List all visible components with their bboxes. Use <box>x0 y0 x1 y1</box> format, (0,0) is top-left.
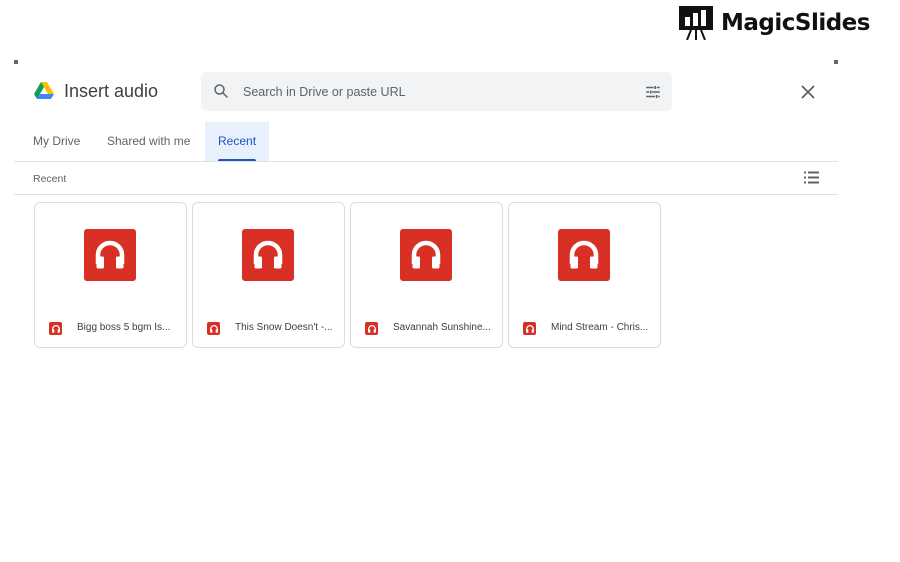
file-card[interactable]: This Snow Doesn't -... <box>192 202 345 348</box>
section-label: Recent <box>33 173 67 185</box>
file-name: Savannah Sunshine... <box>393 322 491 333</box>
insert-audio-dialog: Insert audio Search in Drive or paste UR… <box>14 60 838 360</box>
presentation-board-icon <box>679 6 713 40</box>
dialog-title: Insert audio <box>64 81 159 101</box>
close-icon[interactable] <box>800 84 816 100</box>
tab-bar: My Drive Shared with me Recent <box>14 122 838 162</box>
audio-thumbnail-icon <box>400 229 452 281</box>
audio-file-icon <box>523 322 536 335</box>
file-name: Bigg boss 5 bgm Is... <box>77 322 171 333</box>
audio-file-icon <box>365 322 378 335</box>
file-card[interactable]: Savannah Sunshine... <box>350 202 503 348</box>
tab-my-drive[interactable]: My Drive <box>33 122 80 161</box>
tab-shared-with-me[interactable]: Shared with me <box>107 122 190 161</box>
audio-thumbnail-icon <box>558 229 610 281</box>
brand-name: MagicSlides <box>721 10 870 36</box>
audio-thumbnail-icon <box>84 229 136 281</box>
audio-file-icon <box>49 322 62 335</box>
tab-recent[interactable]: Recent <box>205 122 270 161</box>
magicslides-logo: MagicSlides <box>679 6 870 40</box>
file-name: Mind Stream - Chris... <box>551 322 649 333</box>
search-icon <box>214 84 228 98</box>
google-drive-icon <box>34 82 54 99</box>
audio-thumbnail-icon <box>242 229 294 281</box>
search-placeholder: Search in Drive or paste URL <box>243 85 406 99</box>
search-options-icon[interactable] <box>644 83 662 101</box>
file-card[interactable]: Bigg boss 5 bgm Is... <box>34 202 187 348</box>
audio-file-icon <box>207 322 220 335</box>
search-input[interactable]: Search in Drive or paste URL <box>201 72 672 111</box>
file-card[interactable]: Mind Stream - Chris... <box>508 202 661 348</box>
list-view-icon[interactable] <box>804 171 819 184</box>
file-name: This Snow Doesn't -... <box>235 322 333 333</box>
